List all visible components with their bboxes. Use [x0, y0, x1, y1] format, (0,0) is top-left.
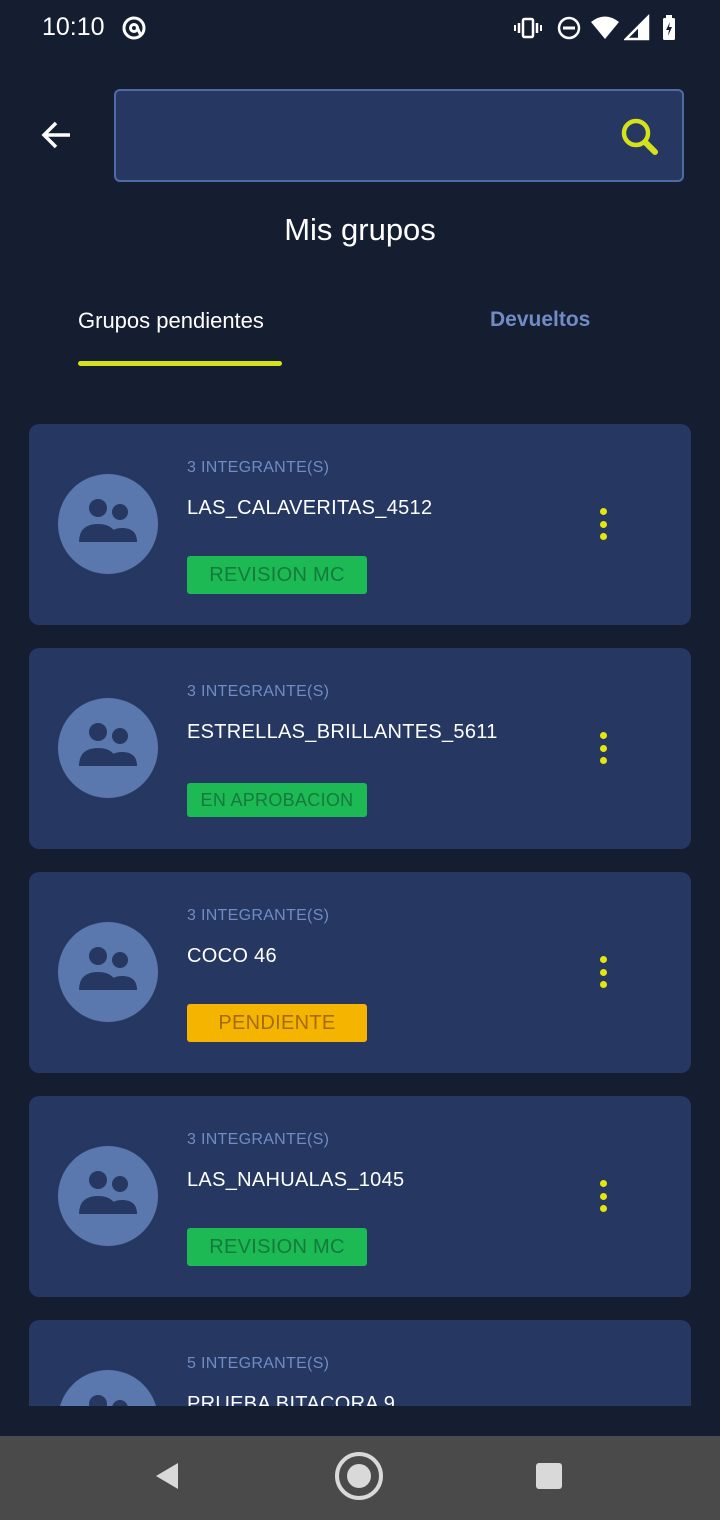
status-bar: 10:10: [0, 0, 720, 56]
group-avatar: [58, 1370, 158, 1406]
status-badge: PENDIENTE: [187, 1004, 367, 1042]
more-vert-icon: [599, 732, 607, 739]
page-title: Mis grupos: [284, 212, 436, 247]
group-list[interactable]: 3 INTEGRANTE(S) LAS_CALAVERITAS_4512 REV…: [0, 400, 720, 1406]
back-triangle-icon: [152, 1461, 182, 1496]
group-icon: [76, 944, 140, 1001]
wifi-icon: [590, 14, 620, 47]
system-nav-bar: [0, 1436, 720, 1520]
more-options-button[interactable]: [591, 728, 615, 768]
more-vert-icon: [599, 1180, 607, 1187]
group-member-count: 3 INTEGRANTE(S): [187, 907, 330, 924]
status-time: 10:10: [42, 13, 105, 41]
status-badge: REVISION MC: [187, 1228, 367, 1266]
tab-devueltos[interactable]: Devueltos: [490, 308, 590, 332]
nav-recents-button[interactable]: [524, 1453, 574, 1503]
search-box: [114, 89, 684, 182]
more-vert-icon: [599, 508, 607, 515]
group-member-count: 5 INTEGRANTE(S): [187, 1355, 330, 1372]
recents-square-icon: [534, 1461, 564, 1496]
group-avatar: [58, 474, 158, 574]
group-card[interactable]: 5 INTEGRANTE(S) PRUEBA BITACORA 9: [29, 1320, 691, 1406]
search-input[interactable]: [130, 105, 610, 167]
group-member-count: 3 INTEGRANTE(S): [187, 1131, 330, 1148]
do-not-disturb-icon: [555, 14, 583, 47]
active-tab-indicator: [78, 361, 282, 366]
at-sign-icon: [120, 14, 148, 47]
group-icon: [76, 720, 140, 777]
group-name: LAS_NAHUALAS_1045: [187, 1169, 405, 1191]
group-avatar: [58, 698, 158, 798]
more-options-button[interactable]: [591, 1176, 615, 1216]
group-icon: [76, 1392, 140, 1406]
status-badge: REVISION MC: [187, 556, 367, 594]
arrow-left-icon: [40, 118, 74, 157]
group-name: ESTRELLAS_BRILLANTES_5611: [187, 721, 498, 743]
signal-icon: [622, 13, 650, 47]
group-name: LAS_CALAVERITAS_4512: [187, 497, 433, 519]
group-card[interactable]: 3 INTEGRANTE(S) COCO 46 PENDIENTE: [29, 872, 691, 1073]
group-member-count: 3 INTEGRANTE(S): [187, 683, 330, 700]
more-options-button[interactable]: [591, 952, 615, 992]
group-name: COCO 46: [187, 945, 277, 967]
group-icon: [76, 1168, 140, 1225]
back-button[interactable]: [30, 110, 84, 164]
battery-charging-icon: [660, 14, 682, 47]
status-badge: EN APROBACION: [187, 783, 367, 817]
group-card[interactable]: 3 INTEGRANTE(S) LAS_NAHUALAS_1045 REVISI…: [29, 1096, 691, 1297]
group-name: PRUEBA BITACORA 9: [187, 1393, 396, 1406]
group-member-count: 3 INTEGRANTE(S): [187, 459, 330, 476]
nav-home-button[interactable]: [334, 1451, 384, 1506]
group-avatar: [58, 922, 158, 1022]
group-card[interactable]: 3 INTEGRANTE(S) ESTRELLAS_BRILLANTES_561…: [29, 648, 691, 849]
group-avatar: [58, 1146, 158, 1246]
more-options-button[interactable]: [591, 504, 615, 544]
search-icon: [616, 118, 664, 165]
search-button[interactable]: [616, 113, 664, 161]
vibrate-icon: [514, 14, 542, 47]
nav-back-button[interactable]: [142, 1453, 192, 1503]
group-icon: [76, 496, 140, 553]
tab-grupos-pendientes[interactable]: Grupos pendientes: [78, 308, 264, 334]
more-vert-icon: [599, 956, 607, 963]
group-card[interactable]: 3 INTEGRANTE(S) LAS_CALAVERITAS_4512 REV…: [29, 424, 691, 625]
home-circle-icon: [334, 1451, 384, 1506]
